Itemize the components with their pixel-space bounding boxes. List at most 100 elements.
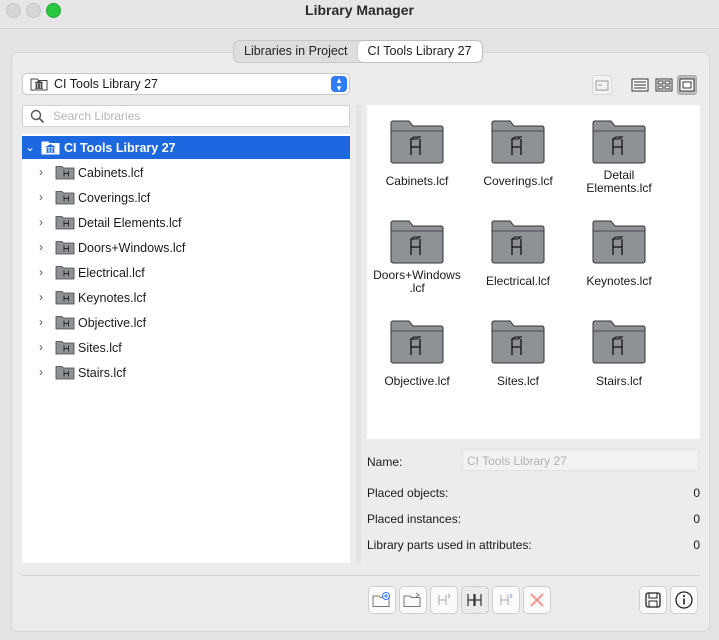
save-icon: [645, 592, 661, 608]
save-button[interactable]: [639, 586, 667, 614]
grid-item-label-line1: Detail: [603, 168, 635, 182]
library-folder-icon: [55, 341, 75, 355]
tree-root-label: CI Tools Library 27: [64, 141, 176, 155]
library-folder-icon: [592, 220, 646, 264]
library-folder-icon: [390, 220, 444, 264]
grid-view-button[interactable]: [654, 75, 674, 95]
tree-item[interactable]: › Electrical.lcf: [22, 261, 350, 284]
tab-ci-tools-library[interactable]: CI Tools Library 27: [357, 41, 482, 62]
grid-item-label-line1: Objective.lcf: [384, 374, 450, 388]
tree-item[interactable]: › Stairs.lcf: [22, 361, 350, 384]
library-folder-icon: [55, 266, 75, 280]
select-stepper-icon: ▴ ▾: [331, 76, 347, 93]
library-info-button[interactable]: [592, 75, 612, 95]
footer-divider: [22, 575, 700, 576]
grid-item-label-line2: Elements.lcf: [586, 181, 652, 195]
export-object-button[interactable]: [430, 586, 458, 614]
library-parts-value: 0: [693, 538, 700, 552]
grid-item[interactable]: Cabinets.lcf: [367, 119, 467, 188]
search-input[interactable]: [51, 108, 345, 124]
grid-item[interactable]: Electrical.lcf: [468, 219, 568, 288]
delete-button[interactable]: [523, 586, 551, 614]
placed-objects-value: 0: [693, 486, 700, 500]
grid-item[interactable]: Doors+Windows .lcf: [367, 219, 467, 295]
grid-view-icon: [655, 78, 673, 92]
grid-item-label-line1: Electrical.lcf: [485, 274, 550, 288]
grid-item[interactable]: Sites.lcf: [468, 319, 568, 388]
objects-button[interactable]: [461, 586, 489, 614]
chevron-right-icon[interactable]: ›: [39, 165, 43, 179]
library-parts-label: Library parts used in attributes:: [367, 538, 532, 552]
chairs-icon: [467, 594, 482, 606]
placed-instances-label: Placed instances:: [367, 512, 462, 526]
tree-item-label: Electrical.lcf: [78, 266, 145, 280]
library-folder-icon: [491, 320, 545, 364]
chevron-down-icon[interactable]: ⌄: [25, 140, 35, 154]
info-icon: [675, 591, 693, 609]
split-divider[interactable]: [356, 105, 361, 563]
library-tree: ⌄ CI Tools Library 27 › Cabinets.lcf › Cove…: [22, 134, 350, 563]
chevron-right-icon[interactable]: ›: [39, 340, 43, 354]
list-view-button[interactable]: [630, 75, 650, 95]
grid-item[interactable]: Stairs.lcf: [569, 319, 669, 388]
library-folder-icon: [55, 316, 75, 330]
chevron-right-icon[interactable]: ›: [39, 315, 43, 329]
library-folder-icon: [55, 191, 75, 205]
tab-libraries-in-project[interactable]: Libraries in Project: [234, 41, 358, 62]
chevron-right-icon[interactable]: ›: [39, 240, 43, 254]
library-icon-grid: Cabinets.lcf Coverings.lcf Detail Elements.…: [367, 105, 700, 439]
library-folder-icon: [390, 320, 444, 364]
chevron-right-icon[interactable]: ›: [39, 265, 43, 279]
tree-item-label: Detail Elements.lcf: [78, 216, 182, 230]
placed-objects-label: Placed objects:: [367, 486, 449, 500]
tree-root-item[interactable]: ⌄ CI Tools Library 27: [22, 136, 350, 159]
grid-item[interactable]: Objective.lcf: [367, 319, 467, 388]
open-folder-icon: [403, 592, 421, 607]
grid-item-label-line1: Sites.lcf: [496, 374, 539, 388]
chevron-right-icon[interactable]: ›: [39, 290, 43, 304]
grid-item[interactable]: Keynotes.lcf: [569, 219, 669, 288]
window-title: Library Manager: [305, 2, 414, 18]
library-folder-icon: [55, 366, 75, 380]
add-library-button[interactable]: [368, 586, 396, 614]
library-select-value: CI Tools Library 27: [54, 77, 158, 91]
name-field[interactable]: CI Tools Library 27: [462, 449, 699, 471]
library-folder-icon: [390, 120, 444, 164]
tree-item-label: Objective.lcf: [78, 316, 147, 330]
tree-item[interactable]: › Cabinets.lcf: [22, 161, 350, 184]
tree-item[interactable]: › Keynotes.lcf: [22, 286, 350, 309]
info-button[interactable]: [670, 586, 698, 614]
library-folder-icon: [491, 120, 545, 164]
tree-item[interactable]: › Sites.lcf: [22, 336, 350, 359]
grid-item[interactable]: Detail Elements.lcf: [569, 119, 669, 195]
chevron-right-icon[interactable]: ›: [39, 215, 43, 229]
move-object-button[interactable]: [492, 586, 520, 614]
open-folder-button[interactable]: [399, 586, 427, 614]
library-folder-icon: [55, 166, 75, 180]
library-folder-icon: [55, 241, 75, 255]
tree-item-label: Stairs.lcf: [78, 366, 126, 380]
library-folder-icon: [592, 120, 646, 164]
list-view-icon: [631, 78, 649, 92]
tree-item-label: Sites.lcf: [78, 341, 122, 355]
tree-item[interactable]: › Detail Elements.lcf: [22, 211, 350, 234]
tree-item[interactable]: › Doors+Windows.lcf: [22, 236, 350, 259]
search-icon: [30, 109, 45, 124]
search-field[interactable]: [22, 105, 350, 127]
library-folder-icon: [491, 220, 545, 264]
grid-item-label-line1: Stairs.lcf: [595, 374, 642, 388]
tree-item[interactable]: › Coverings.lcf: [22, 186, 350, 209]
tab-bar: Libraries in Project CI Tools Library 27: [233, 40, 483, 63]
grid-item-label-line1: Coverings.lcf: [483, 174, 553, 188]
name-label: Name:: [367, 455, 403, 469]
grid-item[interactable]: Coverings.lcf: [468, 119, 568, 188]
grid-item-label-line1: Cabinets.lcf: [385, 174, 449, 188]
library-icon: [30, 78, 48, 91]
chevron-right-icon[interactable]: ›: [39, 190, 43, 204]
chair-export-icon: [438, 593, 451, 605]
large-icon-view-button[interactable]: [677, 75, 697, 95]
chevron-right-icon[interactable]: ›: [39, 365, 43, 379]
tree-item[interactable]: › Objective.lcf: [22, 311, 350, 334]
library-folder-icon: [55, 291, 75, 305]
library-select[interactable]: CI Tools Library 27 ▴ ▾: [22, 73, 350, 95]
